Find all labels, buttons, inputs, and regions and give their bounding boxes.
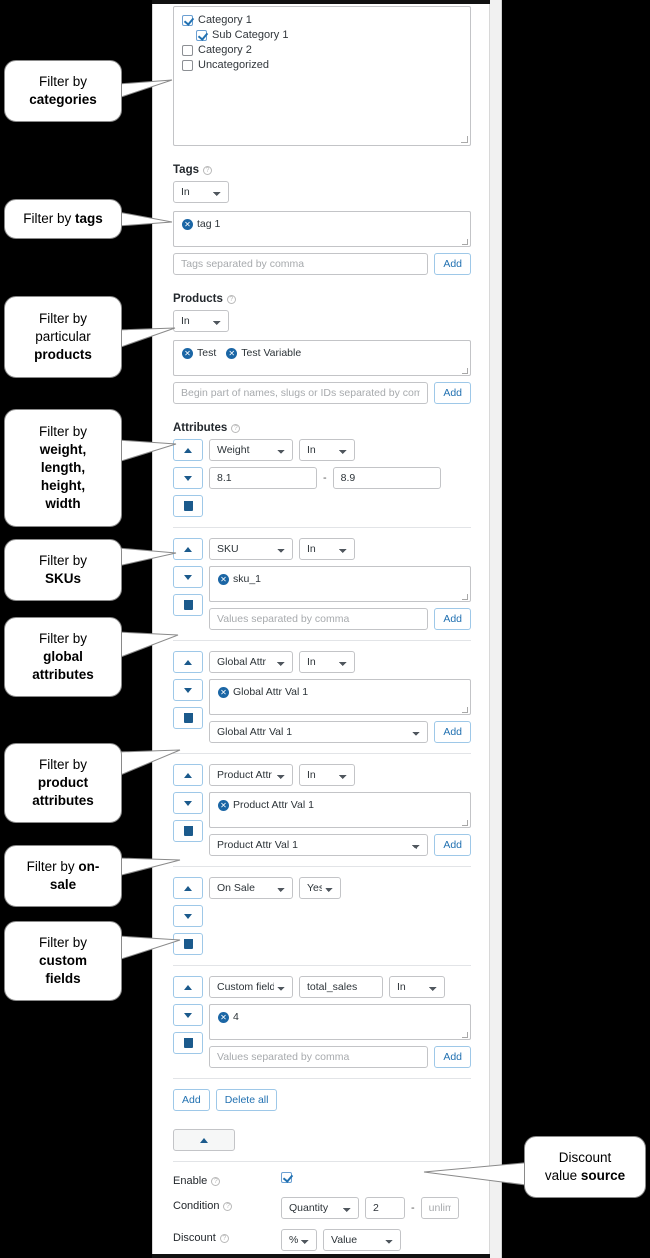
callout-filter-by-on-sale: Filter by on-sale <box>4 845 122 907</box>
callout-line: Filter by <box>26 859 79 874</box>
callout-strong: tags <box>75 211 103 226</box>
callout-line: Filter by <box>38 631 87 646</box>
callout-strong: attributes <box>32 667 94 682</box>
callout-strong: weight, <box>39 442 87 457</box>
callout-strong: fields <box>45 971 81 986</box>
callout-discount-value-source: Discount value source <box>524 1136 646 1198</box>
callout-strong: length, <box>40 460 86 475</box>
callout-filter-by-product-attributes: Filter by product attributes <box>4 743 122 823</box>
callout-line: Filter by <box>38 935 87 950</box>
callout-strong: products <box>34 347 92 362</box>
callout-strong: product <box>37 775 89 790</box>
callout-line: Discount <box>558 1150 612 1165</box>
callout-strong: global <box>43 649 83 664</box>
callout-strong: source <box>580 1168 626 1183</box>
callout-strong: height, <box>40 478 86 493</box>
callout-filter-by-skus: Filter by SKUs <box>4 539 122 601</box>
callout-strong: SKUs <box>44 571 81 586</box>
callout-strong: categories <box>29 92 97 107</box>
callout-filter-by-global-attributes: Filter by global attributes <box>4 617 122 697</box>
callout-filter-by-products: Filter by particular products <box>4 296 122 378</box>
callout-line: Filter by <box>38 424 87 439</box>
callout-filter-by-tags: Filter by tags <box>4 199 122 239</box>
callout-strong: custom <box>38 953 87 968</box>
callout-line: Filter by <box>38 74 87 89</box>
callout-filter-by-categories: Filter by categories <box>4 60 122 122</box>
callout-strong: width <box>45 496 81 511</box>
callout-strong: sale <box>49 877 77 892</box>
callout-strong: attributes <box>32 793 94 808</box>
callout-line: Filter by <box>38 757 87 772</box>
callout-filter-by-dimensions: Filter by weight, length, height, width <box>4 409 122 527</box>
callout-line: Filter by <box>23 211 75 226</box>
callout-line: value <box>544 1168 581 1183</box>
callout-line: particular <box>35 329 91 344</box>
callout-line: Filter by <box>38 553 87 568</box>
callout-strong: on- <box>78 859 100 874</box>
callout-line: Filter by <box>38 311 87 326</box>
callout-filter-by-custom-fields: Filter by custom fields <box>4 921 122 1001</box>
